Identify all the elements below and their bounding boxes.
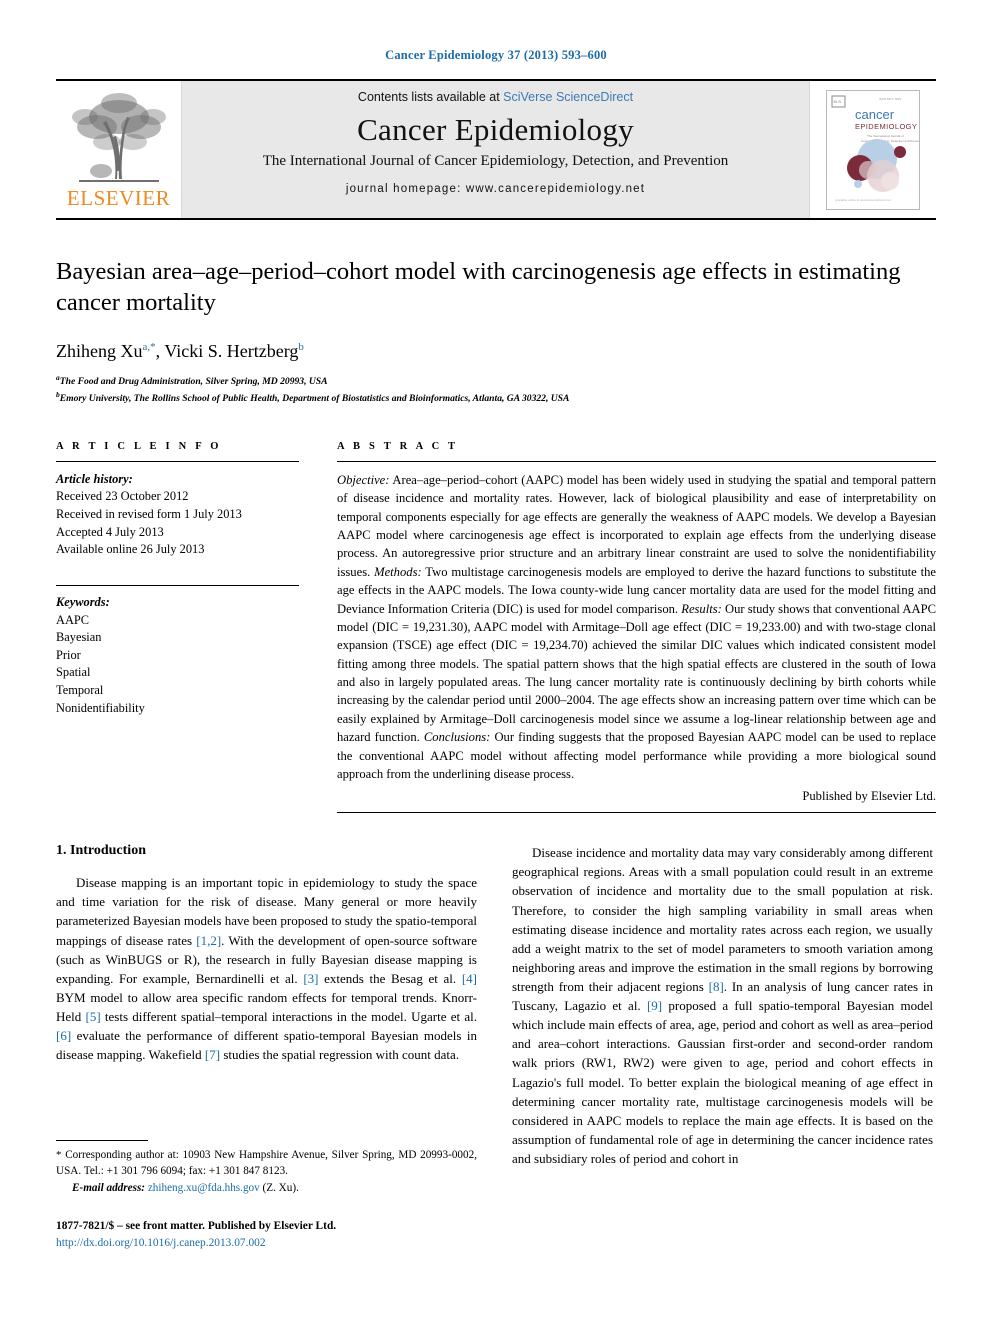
- citation-link-7[interactable]: [7]: [205, 1047, 220, 1062]
- article-info-rule: [56, 460, 299, 462]
- footnote-rule: [56, 1140, 148, 1141]
- keyword-item: AAPC: [56, 612, 90, 627]
- body-columns: 1. Introduction Disease mapping is an im…: [56, 843, 936, 1168]
- intro-text-chunk: studies the spatial regression with coun…: [220, 1047, 460, 1063]
- keyword-item: Bayesian: [56, 630, 102, 645]
- author-name-2: Vicki S. Hertzberg: [164, 340, 299, 361]
- article-info-heading: A R T I C L E I N F O: [56, 440, 222, 452]
- citation-link-1-2[interactable]: [1,2]: [196, 933, 221, 948]
- history-item: Received 23 October 2012: [56, 489, 189, 504]
- citation-link-6[interactable]: [6]: [56, 1028, 71, 1043]
- intro-paragraph-right: Disease incidence and mortality data may…: [512, 843, 933, 1168]
- abstract-results-text: Our study shows that conventional AAPC m…: [337, 601, 936, 745]
- journal-cover-thumbnail: ELS ISSN 1877-7821 cancer EPIDEMIOLOGY T…: [809, 81, 936, 218]
- intro-text-chunk: proposed a full spatio-temporal Bayesian…: [512, 998, 933, 1166]
- history-item: Received in revised form 1 July 2013: [56, 507, 242, 522]
- svg-text:ISSN 1877-7821: ISSN 1877-7821: [879, 97, 902, 101]
- author-2-marks: b: [298, 340, 304, 353]
- author-name-1: Zhiheng Xu: [56, 340, 143, 361]
- affiliation-a: aThe Food and Drug Administration, Silve…: [56, 372, 328, 387]
- email-link[interactable]: zhiheng.xu@fda.hhs.gov: [148, 1182, 260, 1194]
- keyword-item: Nonidentifiability: [56, 700, 145, 715]
- cover-image: ELS ISSN 1877-7821 cancer EPIDEMIOLOGY T…: [826, 89, 920, 210]
- keywords-label: Keywords:: [56, 594, 110, 609]
- running-head: Cancer Epidemiology 37 (2013) 593–600: [385, 48, 607, 62]
- abstract-bottom-rule: [337, 812, 936, 814]
- journal-subtitle: The International Journal of Cancer Epid…: [262, 153, 729, 169]
- citation-link-3[interactable]: [3]: [303, 971, 318, 986]
- elsevier-wordmark: ELSEVIER: [66, 186, 171, 210]
- svg-text:cancer: cancer: [855, 107, 895, 122]
- abstract-rule: [337, 460, 936, 462]
- cover-artwork-icon: ELS ISSN 1877-7821 cancer EPIDEMIOLOGY T…: [827, 90, 919, 209]
- abstract-heading: A B S T R A C T: [337, 440, 459, 452]
- affiliation-b: bEmory University, The Rollins School of…: [56, 390, 570, 405]
- journal-title: Cancer Epidemiology: [357, 112, 634, 147]
- abstract-conclusions-label: Conclusions:: [423, 730, 491, 745]
- citation-link-5[interactable]: [5]: [86, 1009, 101, 1024]
- svg-text:The International Journal of: The International Journal of: [867, 134, 904, 138]
- abstract-objective-label: Objective:: [337, 472, 390, 487]
- svg-text:EPIDEMIOLOGY: EPIDEMIOLOGY: [855, 122, 917, 131]
- citation-link-8[interactable]: [8]: [709, 979, 724, 994]
- elsevier-tree-icon: [71, 93, 166, 182]
- citation-link-9[interactable]: [9]: [647, 998, 662, 1013]
- history-item: Accepted 4 July 2013: [56, 524, 164, 539]
- article-info-column: A R T I C L E I N F O Article history: R…: [56, 441, 299, 813]
- author-list: Zhiheng Xua,*, Vicki S. Hertzbergb: [56, 340, 304, 361]
- affiliation-b-text: Emory University, The Rollins School of …: [59, 393, 570, 405]
- footnote-block: * Corresponding author at: 10903 New Ham…: [56, 1140, 477, 1197]
- masthead-bottom-rule: [56, 218, 936, 220]
- intro-paragraph-left: Disease mapping is an important topic in…: [56, 873, 477, 1064]
- keywords-block: Keywords: AAPC Bayesian Prior Spatial Te…: [56, 584, 299, 717]
- issn-line: 1877-7821/$ – see front matter. Publishe…: [56, 1220, 337, 1232]
- citation-link-4[interactable]: [4]: [462, 971, 477, 986]
- corresponding-author-text: Corresponding author at: 10903 New Hamps…: [56, 1149, 477, 1177]
- keyword-item: Spatial: [56, 665, 91, 680]
- affiliation-a-text: The Food and Drug Administration, Silver…: [59, 375, 328, 387]
- colophon: 1877-7821/$ – see front matter. Publishe…: [56, 1218, 486, 1252]
- svg-text:ELS: ELS: [834, 99, 842, 104]
- published-by: Published by Elsevier Ltd.: [802, 789, 936, 804]
- abstract-objective-text: Area–age–period–cohort (AAPC) model has …: [337, 472, 936, 579]
- abstract-methods-label: Methods:: [374, 564, 422, 579]
- svg-text:Available online at www.scienc: Available online at www.sciencedirect.co…: [835, 198, 892, 202]
- email-note: E-mail address: zhiheng.xu@fda.hhs.gov (…: [56, 1181, 477, 1197]
- intro-text-chunk: Disease incidence and mortality data may…: [512, 845, 933, 995]
- section-heading-introduction: 1. Introduction: [56, 843, 146, 859]
- corresponding-author-note: * Corresponding author at: 10903 New Ham…: [56, 1148, 477, 1180]
- journal-homepage: journal homepage: www.cancerepidemiology…: [345, 183, 646, 195]
- article-history-label: Article history:: [56, 471, 133, 486]
- abstract-column: A B S T R A C T Objective: Area–age–peri…: [337, 440, 936, 814]
- abstract-results-label: Results:: [681, 601, 722, 616]
- contents-prefix: Contents lists available at: [357, 90, 504, 104]
- email-label: E-mail address:: [72, 1181, 146, 1194]
- abstract-text: Objective: Area–age–period–cohort (AAPC)…: [337, 471, 936, 783]
- sciencedirect-link[interactable]: SciVerse ScienceDirect: [503, 90, 633, 104]
- intro-text-chunk: extends the Besag et al.: [318, 970, 462, 986]
- body-column-left: 1. Introduction Disease mapping is an im…: [56, 843, 477, 1168]
- keyword-item: Prior: [56, 647, 81, 662]
- intro-text-chunk: tests different spatial–temporal interac…: [100, 1009, 477, 1025]
- journal-masthead: ELSEVIER Contents lists available at Sci…: [56, 79, 936, 218]
- body-column-right: Disease incidence and mortality data may…: [512, 843, 933, 1168]
- journal-band: Contents lists available at SciVerse Sci…: [182, 81, 809, 218]
- contents-available-line: Contents lists available at SciVerse Sci…: [358, 90, 633, 104]
- history-item: Available online 26 July 2013: [56, 542, 205, 557]
- keywords-rule: [56, 584, 299, 586]
- page-title: Bayesian area–age–period–cohort model wi…: [56, 258, 901, 317]
- affiliations: aThe Food and Drug Administration, Silve…: [56, 372, 936, 407]
- elsevier-logo: ELSEVIER: [56, 81, 182, 218]
- email-suffix: (Z. Xu).: [259, 1181, 299, 1194]
- doi-link[interactable]: http://dx.doi.org/10.1016/j.canep.2013.0…: [56, 1237, 266, 1249]
- keyword-item: Temporal: [56, 682, 104, 697]
- info-abstract-region: A R T I C L E I N F O Article history: R…: [56, 440, 936, 814]
- author-1-marks: a,*: [142, 340, 156, 353]
- paper-page: Cancer Epidemiology 37 (2013) 593–600 EL…: [0, 0, 992, 1323]
